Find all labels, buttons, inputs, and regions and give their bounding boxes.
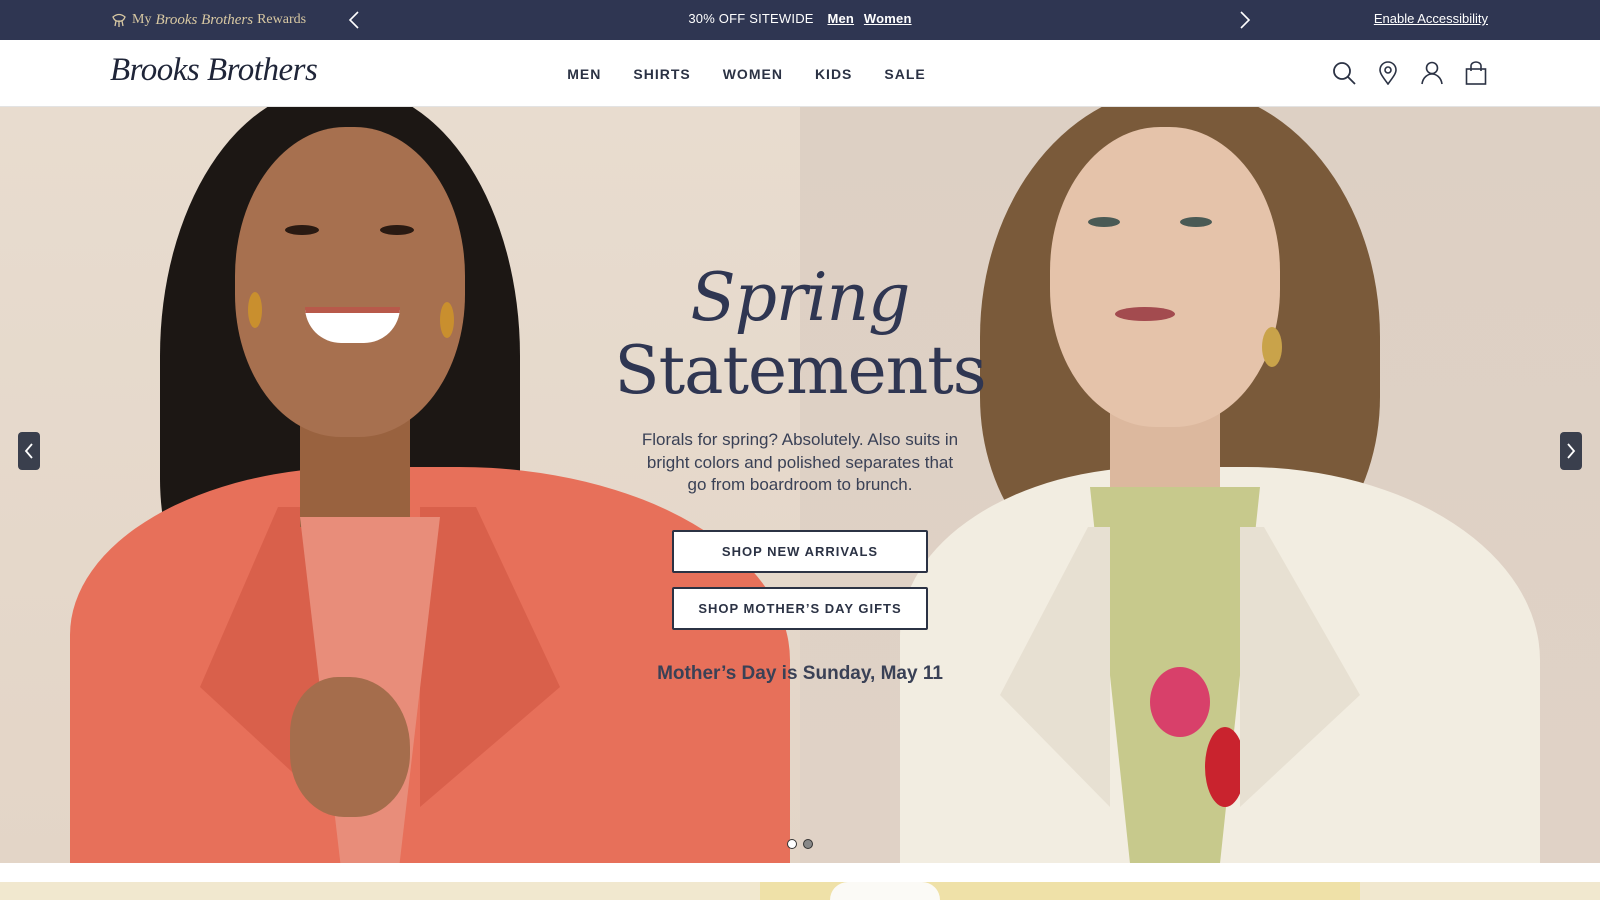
chevron-left-icon [24, 443, 33, 459]
hero-description: Florals for spring? Absolutely. Also sui… [641, 430, 959, 494]
model-right-eye [1180, 217, 1212, 227]
search-button[interactable] [1332, 60, 1356, 86]
model-left-eye [380, 225, 414, 235]
nav-item-sale[interactable]: SALE [884, 66, 925, 82]
search-icon [1333, 62, 1356, 85]
promo-text: 30% OFF SITEWIDE [688, 11, 814, 26]
store-locator-button[interactable] [1376, 60, 1400, 86]
enable-accessibility-link[interactable]: Enable Accessibility [1374, 11, 1488, 26]
next-section-image-detail [830, 882, 940, 900]
promo-link-men[interactable]: Men [827, 11, 854, 26]
nav-item-shirts[interactable]: SHIRTS [633, 66, 690, 82]
cart-button[interactable] [1464, 60, 1488, 86]
model-left-hand [290, 677, 410, 817]
chevron-right-icon [1240, 11, 1251, 29]
hero-note: Mother’s Day is Sunday, May 11 [657, 663, 943, 684]
nav-item-men[interactable]: MEN [567, 66, 601, 82]
shop-mothers-day-gifts-button[interactable]: SHOP MOTHER’S DAY GIFTS [672, 587, 928, 630]
hero-next-button[interactable] [1560, 432, 1582, 470]
hero-title-line2: Statements [614, 332, 986, 409]
promo-message: 30% OFF SITEWIDE Men Women [0, 11, 1600, 26]
nav-item-kids[interactable]: KIDS [815, 66, 852, 82]
hero-title-line1: Spring [690, 259, 911, 336]
model-left-eye [285, 225, 319, 235]
hero-carousel: Spring Statements Florals for spring? Ab… [0, 107, 1600, 863]
next-section-banner [0, 882, 1600, 900]
promo-link-women[interactable]: Women [864, 11, 912, 26]
carousel-dot-1[interactable] [787, 839, 797, 849]
model-right-eye [1088, 217, 1120, 227]
location-pin-icon [1379, 61, 1397, 85]
model-right-blouse-flower [1205, 727, 1245, 807]
chevron-right-icon [1567, 443, 1576, 459]
account-icon [1421, 61, 1443, 85]
nav-item-women[interactable]: WOMEN [723, 66, 783, 82]
carousel-dot-2[interactable] [803, 839, 813, 849]
shopping-bag-icon [1465, 61, 1487, 85]
promo-bar: My Brooks Brothers Rewards 30% OFF SITEW… [0, 0, 1600, 40]
header-icons [1332, 60, 1488, 86]
hero-prev-button[interactable] [18, 432, 40, 470]
shop-new-arrivals-button[interactable]: SHOP NEW ARRIVALS [672, 530, 928, 573]
account-button[interactable] [1420, 60, 1444, 86]
promo-next-button[interactable] [1234, 9, 1256, 31]
carousel-dots [0, 839, 1600, 849]
site-header: Brooks Brothers MEN SHIRTS WOMEN KIDS SA… [0, 40, 1600, 107]
